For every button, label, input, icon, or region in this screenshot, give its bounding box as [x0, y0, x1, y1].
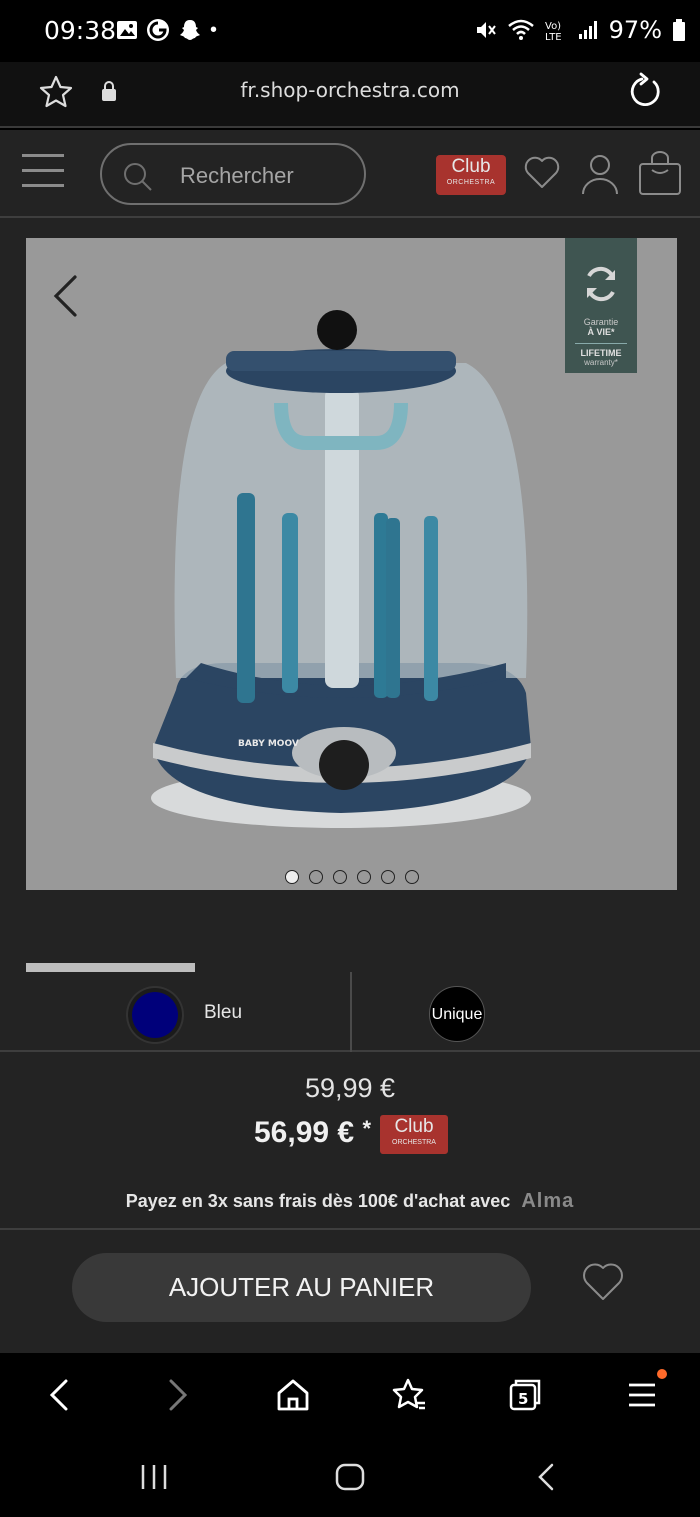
reload-icon[interactable]: [624, 72, 664, 112]
carousel-dots: [26, 870, 677, 884]
tabs-icon[interactable]: 5: [507, 1375, 543, 1415]
club-orchestra-price-badge: Club ORCHESTRA: [380, 1115, 448, 1154]
notification-dot: [657, 1369, 667, 1379]
recent-apps-icon[interactable]: [138, 1461, 170, 1493]
wifi-icon: [507, 19, 534, 40]
club-sub: ORCHESTRA: [446, 179, 496, 186]
music-icon: [147, 19, 169, 41]
battery-percent: 97%: [608, 16, 662, 44]
browser-url-bar: fr.shop-orchestra.com: [0, 62, 700, 128]
search-icon: [124, 163, 152, 191]
svg-text:LTE: LTE: [545, 32, 562, 41]
carousel-dot[interactable]: [308, 870, 323, 884]
price-asterisk: *: [362, 1116, 371, 1141]
search-placeholder: Rechercher: [180, 163, 294, 188]
snapchat-icon: [180, 20, 200, 40]
guarantee-mid: À VIE*: [587, 327, 615, 337]
back-arrow-icon[interactable]: [44, 1375, 74, 1415]
divider: [0, 1228, 700, 1230]
brand-on-product: BABY MOOV: [238, 739, 299, 749]
site-content: Rechercher Club ORCHESTRA BABY MOOV Gara…: [0, 130, 700, 1353]
status-bar: 09:38 • Vo) LTE 97%: [0, 0, 700, 62]
lifetime-guarantee-badge: Garantie À VIE* LIFETIME warranty*: [565, 238, 637, 373]
mute-icon: [476, 22, 496, 38]
club-label: Club: [451, 156, 491, 177]
gallery-icon: [117, 21, 137, 39]
carousel-dot[interactable]: [284, 870, 299, 884]
guarantee-top: Garantie: [583, 317, 619, 327]
price-club: 56,99 € *: [254, 1116, 371, 1150]
carousel-dot[interactable]: [404, 870, 419, 884]
home-button-icon[interactable]: [334, 1461, 366, 1493]
volte-icon: Vo)LTE: [545, 21, 562, 41]
size-option-unique[interactable]: Unique: [429, 986, 485, 1042]
club-price-label: Club: [394, 1116, 434, 1137]
color-label: Bleu: [204, 1002, 243, 1023]
price-club-value: 56,99 €: [254, 1116, 355, 1149]
battery-icon: [673, 19, 685, 41]
account-user-icon[interactable]: [580, 152, 620, 196]
installment-text: Payez en 3x sans frais dès 100€ d'achat …: [125, 1191, 511, 1211]
wishlist-heart-icon[interactable]: [522, 152, 562, 192]
signal-icon: [578, 21, 597, 39]
gallery-progress-bar: [26, 963, 195, 972]
installment-payment-info: Payez en 3x sans frais dès 100€ d'achat …: [0, 1190, 700, 1213]
status-right: Vo) LTE 97%: [475, 16, 686, 44]
svg-text:Vo): Vo): [545, 21, 561, 32]
shopping-bag-icon[interactable]: [638, 150, 682, 196]
hamburger-menu-icon[interactable]: [22, 154, 64, 188]
carousel-dot[interactable]: [356, 870, 371, 884]
site-header: Rechercher Club ORCHESTRA: [0, 130, 700, 218]
status-dot: •: [210, 18, 218, 41]
url-text[interactable]: fr.shop-orchestra.com: [0, 78, 700, 102]
carousel-prev-arrow-icon[interactable]: [44, 272, 84, 320]
forward-arrow-icon[interactable]: [163, 1375, 193, 1415]
bookmarks-star-icon[interactable]: [391, 1375, 427, 1415]
club-orchestra-logo[interactable]: Club ORCHESTRA: [436, 155, 506, 195]
variant-divider: [350, 972, 352, 1052]
system-nav-bar: [0, 1437, 700, 1517]
color-swatch-blue[interactable]: [132, 992, 178, 1038]
add-to-cart-button[interactable]: AJOUTER AU PANIER: [72, 1253, 531, 1322]
status-left-icons: •: [116, 18, 217, 42]
carousel-dot[interactable]: [380, 870, 395, 884]
svg-text:5: 5: [518, 1390, 528, 1408]
club-price-sub: ORCHESTRA: [392, 1139, 436, 1146]
carousel-dot[interactable]: [332, 870, 347, 884]
add-to-wishlist-heart-icon[interactable]: [580, 1258, 626, 1304]
home-icon[interactable]: [275, 1375, 311, 1415]
status-time: 09:38: [44, 16, 117, 45]
alma-logo: Alma: [521, 1190, 575, 1212]
product-image-carousel[interactable]: BABY MOOV Garantie À VIE* LIFETIME warra…: [26, 238, 677, 890]
variant-selector: Bleu Unique: [0, 972, 700, 1052]
system-back-icon[interactable]: [533, 1461, 561, 1493]
guarantee-bottom: LIFETIME: [575, 343, 627, 358]
guarantee-sub: warranty*: [584, 358, 618, 367]
menu-icon[interactable]: [626, 1375, 658, 1415]
price-regular: 59,99 €: [304, 1073, 396, 1103]
browser-bottom-nav: 5: [0, 1353, 700, 1437]
refresh-cycle-icon: [587, 266, 615, 302]
search-input[interactable]: Rechercher: [100, 143, 366, 205]
